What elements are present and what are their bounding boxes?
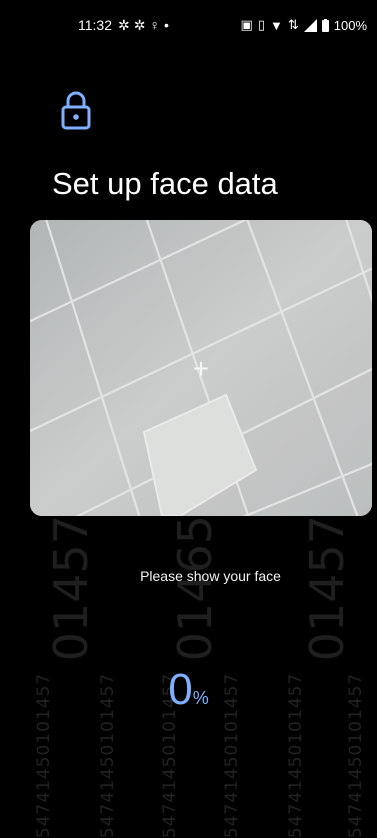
plus-icon: + xyxy=(192,353,210,384)
battery-icon xyxy=(321,18,329,32)
watermark-large: 01465 xyxy=(168,515,222,662)
lock-icon xyxy=(61,91,91,130)
progress-value: 0 xyxy=(168,665,193,714)
gear-icon: ✲ xyxy=(118,17,134,33)
page-title: Set up face data xyxy=(52,166,278,201)
battery-percent: 100% xyxy=(333,17,367,33)
nfc-icon: ▣ xyxy=(240,17,253,32)
dot-icon: • xyxy=(163,17,173,33)
data-icon: ⇅ xyxy=(287,17,299,32)
watermark-large: 01457 xyxy=(300,515,354,662)
notification-icons: ✲✲♀• xyxy=(118,17,173,34)
progress-indicator: 0% xyxy=(0,665,377,715)
vibrate-icon: ▯ xyxy=(257,17,265,32)
signal-icon xyxy=(303,18,317,32)
instruction-text: Please show your face xyxy=(140,568,281,584)
status-bar: 11:32 ✲✲♀• ▣ ▯ ▼ ⇅ 100% xyxy=(0,0,377,54)
bulb-icon: ♀ xyxy=(149,17,164,33)
watermark-large: 01457 xyxy=(44,515,98,662)
status-time: 11:32 xyxy=(78,17,112,33)
progress-unit: % xyxy=(192,688,209,708)
system-icons: ▣ ▯ ▼ ⇅ 100% xyxy=(241,17,367,33)
wifi-icon: ▼ xyxy=(269,17,283,33)
gear-icon: ✲ xyxy=(133,17,150,33)
